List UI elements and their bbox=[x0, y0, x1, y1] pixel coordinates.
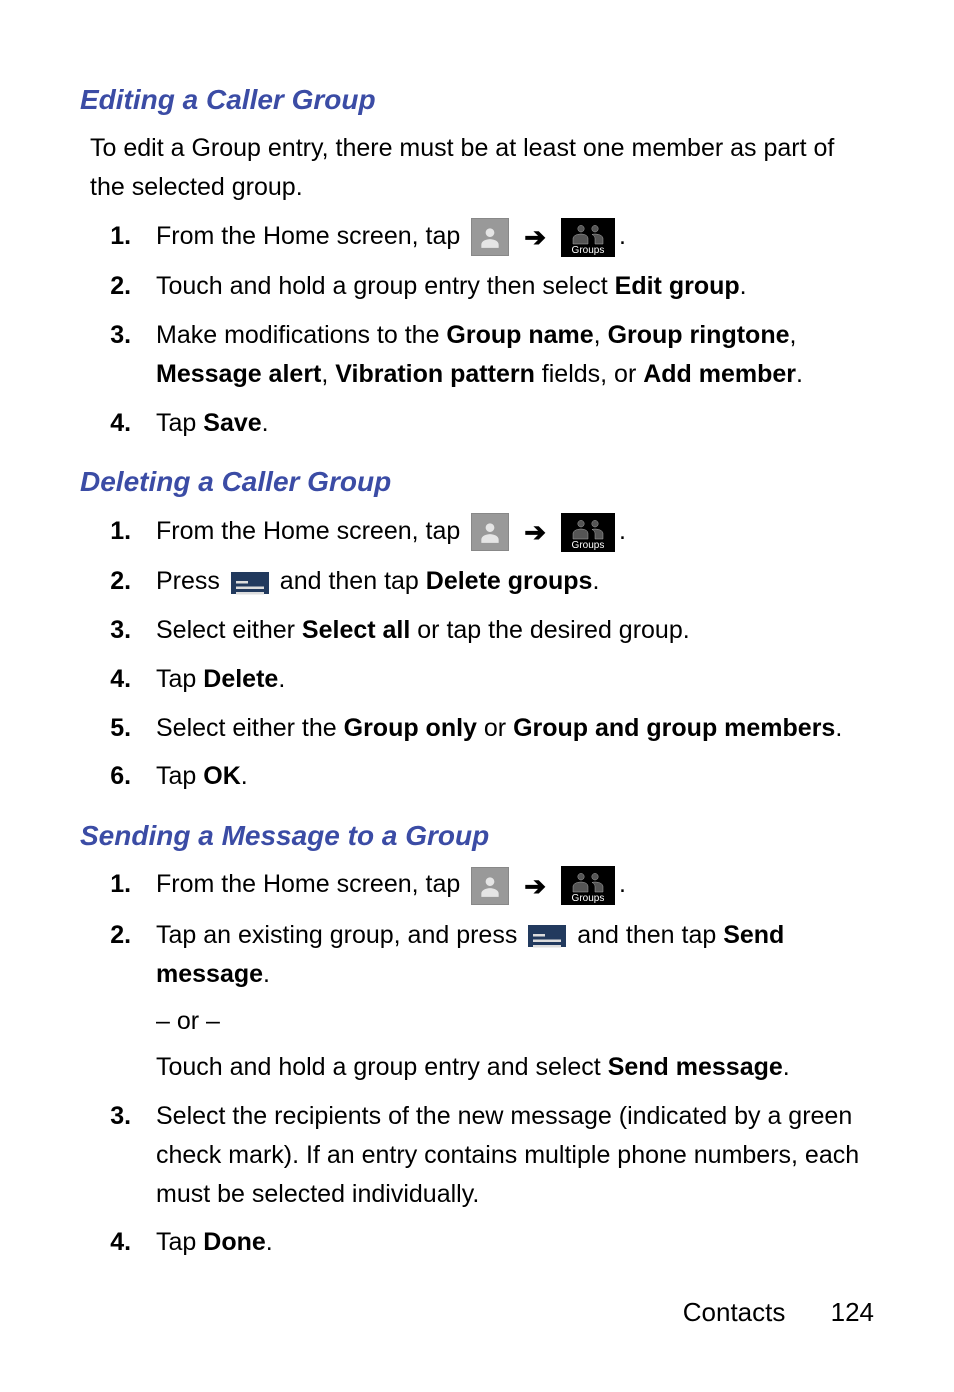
heading-send-message-group: Sending a Message to a Group bbox=[80, 814, 874, 857]
step-text: fields, or bbox=[535, 360, 643, 388]
groups-icon-label: Groups bbox=[572, 893, 605, 904]
steps-delete: From the Home screen, tap ➔ Groups . Pre… bbox=[90, 512, 874, 796]
list-item: Make modifications to the Group name, Gr… bbox=[138, 316, 874, 394]
page-number: 124 bbox=[831, 1297, 874, 1327]
groups-icon: Groups bbox=[561, 866, 615, 905]
step-text: Tap an existing group, and press bbox=[156, 921, 524, 949]
bold-term: Group name bbox=[446, 321, 593, 349]
step-text: From the Home screen, tap bbox=[156, 517, 460, 545]
step-text: or tap the desired group. bbox=[410, 616, 689, 644]
step-text: Select either the bbox=[156, 714, 344, 742]
bold-term: Group ringtone bbox=[608, 321, 790, 349]
list-item: From the Home screen, tap ➔ Groups . bbox=[138, 217, 874, 258]
list-item: Press and then tap Delete groups. bbox=[138, 562, 874, 601]
groups-icon: Groups bbox=[561, 513, 615, 552]
bold-term: Add member bbox=[643, 360, 796, 388]
bold-term: Delete bbox=[203, 665, 278, 693]
step-text: Tap bbox=[156, 1228, 203, 1256]
menu-icon bbox=[528, 925, 566, 947]
bold-term: Group and group members bbox=[513, 714, 835, 742]
list-item: Select either Select all or tap the desi… bbox=[138, 611, 874, 650]
list-item: From the Home screen, tap ➔ Groups . bbox=[138, 512, 874, 553]
groups-icon: Groups bbox=[561, 218, 615, 257]
step-text: and then tap bbox=[570, 921, 723, 949]
step-text: From the Home screen, tap bbox=[156, 870, 460, 898]
step-text: Make modifications to the bbox=[156, 321, 446, 349]
list-item: Tap Done. bbox=[138, 1223, 874, 1262]
step-text: Tap bbox=[156, 409, 203, 437]
step-text: or bbox=[477, 714, 513, 742]
or-separator: – or – bbox=[156, 1002, 874, 1041]
list-item: Select either the Group only or Group an… bbox=[138, 709, 874, 748]
steps-send: From the Home screen, tap ➔ Groups . Tap… bbox=[90, 865, 874, 1262]
step-text-alt: Touch and hold a group entry and select … bbox=[156, 1048, 874, 1087]
step-text: Select either bbox=[156, 616, 302, 644]
list-item: Touch and hold a group entry then select… bbox=[138, 267, 874, 306]
bold-term: OK bbox=[203, 762, 241, 790]
list-item: Select the recipients of the new message… bbox=[138, 1097, 874, 1213]
menu-icon bbox=[231, 572, 269, 594]
bold-term: Edit group bbox=[615, 272, 740, 300]
contacts-icon bbox=[471, 218, 509, 256]
arrow-icon: ➔ bbox=[524, 217, 546, 257]
list-item: From the Home screen, tap ➔ Groups . bbox=[138, 865, 874, 906]
footer-section: Contacts bbox=[683, 1297, 786, 1327]
steps-edit: From the Home screen, tap ➔ Groups . Tou… bbox=[90, 217, 874, 443]
groups-icon-label: Groups bbox=[572, 540, 605, 551]
heading-delete-caller-group: Deleting a Caller Group bbox=[80, 460, 874, 503]
step-text: Press bbox=[156, 567, 227, 595]
step-text: From the Home screen, tap bbox=[156, 222, 460, 250]
step-text: Tap bbox=[156, 665, 203, 693]
arrow-icon: ➔ bbox=[524, 866, 546, 906]
contacts-icon bbox=[471, 867, 509, 905]
list-item: Tap Delete. bbox=[138, 660, 874, 699]
contacts-icon bbox=[471, 513, 509, 551]
bold-term: Vibration pattern bbox=[335, 360, 535, 388]
list-item: Tap OK. bbox=[138, 757, 874, 796]
groups-icon-label: Groups bbox=[572, 245, 605, 256]
bold-term: Save bbox=[203, 409, 261, 437]
bold-term: Delete groups bbox=[426, 567, 593, 595]
step-text: Touch and hold a group entry and select bbox=[156, 1053, 608, 1081]
heading-edit-caller-group: Editing a Caller Group bbox=[80, 78, 874, 121]
page-footer: Contacts 124 bbox=[80, 1292, 874, 1332]
bold-term: Done bbox=[203, 1228, 266, 1256]
bold-term: Group only bbox=[344, 714, 477, 742]
bold-term: Send message bbox=[608, 1053, 783, 1081]
bold-term: Select all bbox=[302, 616, 410, 644]
step-text: Touch and hold a group entry then select bbox=[156, 272, 615, 300]
step-text: and then tap bbox=[273, 567, 426, 595]
intro-edit: To edit a Group entry, there must be at … bbox=[90, 129, 874, 207]
list-item: Tap an existing group, and press and the… bbox=[138, 916, 874, 1087]
arrow-icon: ➔ bbox=[524, 512, 546, 552]
step-text: Tap bbox=[156, 762, 203, 790]
list-item: Tap Save. bbox=[138, 404, 874, 443]
bold-term: Message alert bbox=[156, 360, 321, 388]
